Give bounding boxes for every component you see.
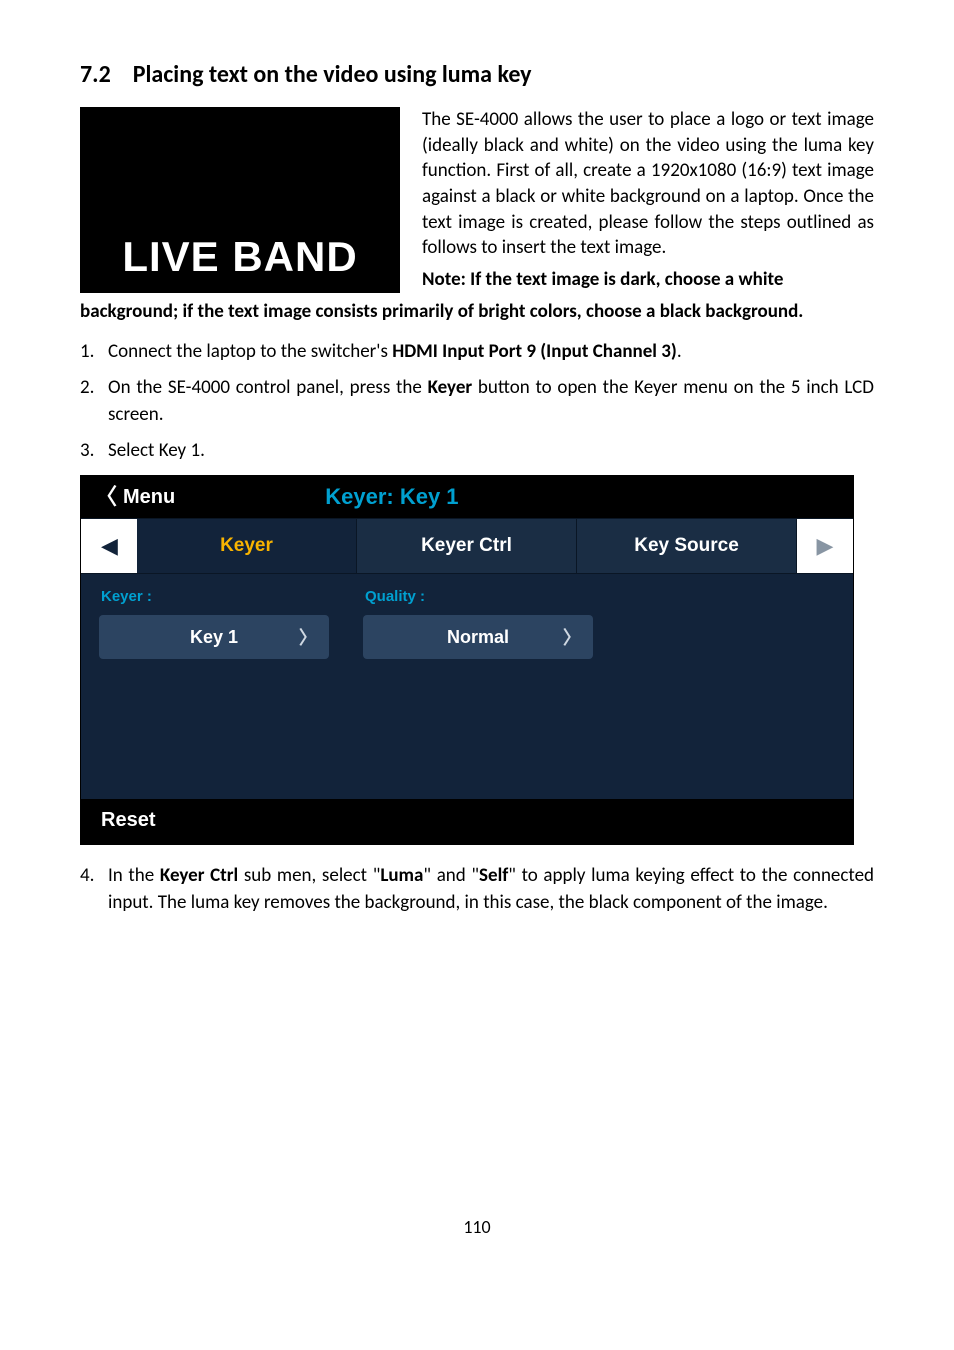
page-number: 110 [80, 1216, 874, 1238]
chevron-right-icon: 〉 [563, 624, 581, 650]
keyer-select[interactable]: Key 1 〉 [99, 615, 329, 659]
triangle-right-icon: ▶ [817, 533, 834, 559]
step-4: 4. In the Keyer Ctrl sub men, select "Lu… [80, 863, 874, 916]
menu-title: Keyer: Key 1 [325, 484, 458, 510]
step-1: 1. Connect the laptop to the switcher's … [80, 339, 874, 366]
tab-prev-button[interactable]: ▶ [81, 519, 137, 573]
step-number: 3. [80, 438, 108, 465]
keyer-menu-screenshot: 〈 Menu Keyer: Key 1 ▶ Keyer Keyer Ctrl K… [80, 475, 854, 845]
tab-row: ▶ Keyer Keyer Ctrl Key Source ▶ [81, 518, 853, 574]
reset-button[interactable]: Reset [101, 809, 155, 831]
field-quality: Quality : Normal 〉 [363, 588, 593, 659]
reset-row: Reset [81, 799, 853, 844]
note-line-2: background; if the text image consists p… [80, 299, 874, 325]
triangle-left-icon: ▶ [101, 533, 118, 559]
chevron-right-icon: 〉 [299, 624, 317, 650]
step-3: 3. Select Key 1. [80, 438, 874, 465]
section-number: 7.2 [80, 60, 111, 89]
step-number: 4. [80, 863, 108, 916]
menu-back-label: Menu [123, 486, 175, 509]
menu-header: 〈 Menu Keyer: Key 1 [81, 476, 853, 518]
intro-paragraph: The SE-4000 allows the user to place a l… [422, 107, 874, 261]
field-label: Quality : [363, 588, 593, 605]
example-image-text: LIVE BAND [122, 233, 357, 281]
menu-body: Keyer : Key 1 〉 Quality : Normal 〉 [81, 574, 853, 799]
section-heading: 7.2 Placing text on the video using luma … [80, 60, 874, 89]
section-title-text: Placing text on the video using luma key [133, 60, 532, 89]
menu-back-button[interactable]: 〈 Menu [95, 486, 175, 509]
tab-key-source[interactable]: Key Source [577, 519, 797, 573]
step-2: 2. On the SE-4000 control panel, press t… [80, 375, 874, 428]
field-keyer: Keyer : Key 1 〉 [99, 588, 329, 659]
step-number: 1. [80, 339, 108, 366]
quality-select[interactable]: Normal 〉 [363, 615, 593, 659]
chevron-left-icon: 〈 [95, 486, 117, 508]
tab-keyer[interactable]: Keyer [137, 519, 357, 573]
tab-next-button[interactable]: ▶ [797, 519, 853, 573]
field-label: Keyer : [99, 588, 329, 605]
tab-keyer-ctrl[interactable]: Keyer Ctrl [357, 519, 577, 573]
example-image: LIVE BAND [80, 107, 400, 293]
note-line-1: Note: If the text image is dark, choose … [422, 267, 874, 293]
step-number: 2. [80, 375, 108, 428]
